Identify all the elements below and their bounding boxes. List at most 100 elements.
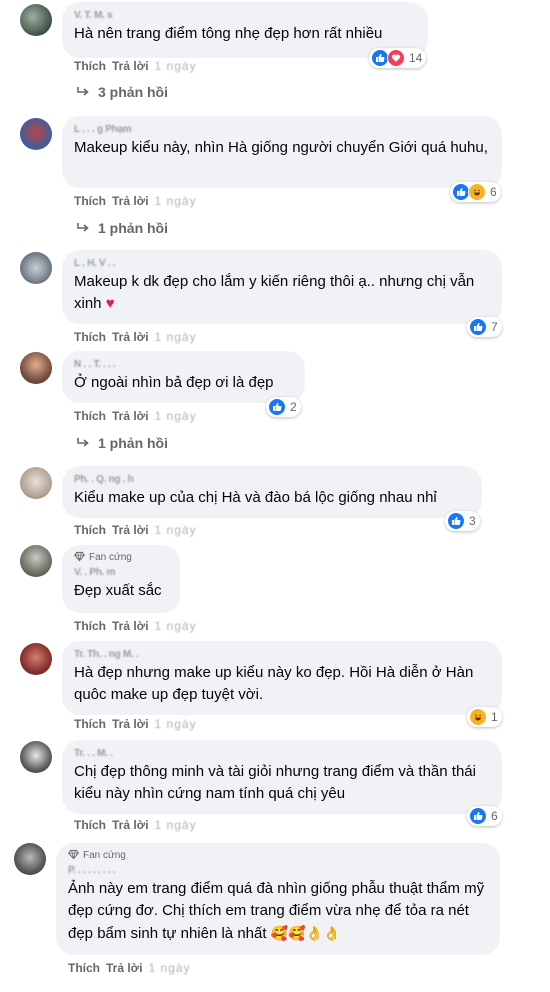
- comment-timestamp[interactable]: 1 ngày: [155, 523, 197, 537]
- comment-actions: Thích Trả lời 1 ngày: [74, 817, 203, 833]
- reaction-summary[interactable]: 1: [467, 707, 502, 727]
- avatar[interactable]: [20, 467, 52, 499]
- heart-emoji: ♥: [105, 295, 115, 312]
- reply-link[interactable]: Trả lời: [112, 818, 149, 832]
- diamond-icon: [68, 849, 79, 860]
- comment-text: Ở ngoài nhìn bả đẹp ơi là đẹp: [74, 374, 274, 391]
- reaction-summary[interactable]: 3: [445, 511, 480, 531]
- haha-reaction-icon: [468, 183, 486, 201]
- like-link[interactable]: Thích: [74, 717, 106, 731]
- avatar[interactable]: [20, 741, 52, 773]
- avatar[interactable]: [20, 352, 52, 384]
- comment-timestamp[interactable]: 1 ngày: [155, 717, 197, 731]
- like-reaction-icon: [469, 807, 487, 825]
- haha-reaction-icon: [469, 708, 487, 726]
- like-reaction-icon: [469, 318, 487, 336]
- emoji-sequence: 🥰🥰👌👌: [270, 925, 341, 941]
- avatar[interactable]: [14, 843, 46, 875]
- comment-actions: Thích Trả lời 1 ngày: [74, 716, 203, 732]
- comment-actions: Thích Trả lời 1 ngày: [74, 408, 203, 424]
- like-link[interactable]: Thích: [68, 961, 100, 975]
- reply-link[interactable]: Trả lời: [112, 409, 149, 423]
- comment-author[interactable]: Tr. . . M. .: [74, 746, 490, 761]
- reply-link[interactable]: Trả lời: [112, 717, 149, 731]
- comment-author[interactable]: P. . . . . . . . .: [68, 863, 488, 878]
- comment-text: Hà nên trang điểm tông nhẹ đẹp hơn rất n…: [74, 25, 383, 42]
- reply-link[interactable]: Trả lời: [112, 523, 149, 537]
- comment-bubble: N . . T. . . . Ở ngoài nhìn bả đẹp ơi là…: [62, 351, 305, 403]
- reaction-count: 2: [290, 400, 297, 414]
- reaction-summary[interactable]: 2: [266, 397, 301, 417]
- like-link[interactable]: Thích: [74, 818, 106, 832]
- reaction-summary[interactable]: 6: [450, 182, 501, 202]
- comment-timestamp[interactable]: 1 ngày: [155, 194, 197, 208]
- like-link[interactable]: Thích: [74, 59, 106, 73]
- comment-text: Hà đẹp nhưng make up kiểu này ko đẹp. Hồ…: [74, 664, 474, 703]
- reaction-count: 1: [491, 710, 498, 724]
- reaction-summary[interactable]: 7: [467, 317, 502, 337]
- comment-timestamp[interactable]: 1 ngày: [155, 330, 197, 344]
- comment-actions: Thích Trả lời 1 ngày: [74, 618, 203, 634]
- reaction-count: 14: [409, 51, 423, 65]
- comment-actions: Thích Trả lời 1 ngày: [68, 960, 197, 976]
- reaction-count: 7: [491, 320, 498, 334]
- comment-bubble: Ph. . Q. ng . h Kiểu make up của chị Hà …: [62, 466, 482, 518]
- reply-link[interactable]: Trả lời: [106, 961, 143, 975]
- comment-timestamp[interactable]: 1 ngày: [155, 818, 197, 832]
- comment-author[interactable]: Tr. Th. . ng M. .: [74, 647, 490, 662]
- avatar[interactable]: [20, 545, 52, 577]
- diamond-icon: [74, 551, 85, 562]
- comment-author[interactable]: L . H. V . .: [74, 256, 490, 271]
- comment-author[interactable]: N . . T. . . .: [74, 357, 293, 372]
- comment-text: Makeup kiểu này, nhìn Hà giống người chu…: [74, 139, 488, 156]
- comment-author[interactable]: L . . . g Phạm: [74, 122, 490, 137]
- comment-bubble: L . . . g Phạm Makeup kiểu này, nhìn Hà …: [62, 116, 502, 188]
- comment-actions: Thích Trả lời 1 ngày: [74, 522, 203, 538]
- comment-author[interactable]: Ph. . Q. ng . h: [74, 472, 470, 487]
- comment-bubble: Fan cứng P. . . . . . . . . Ảnh này em t…: [56, 843, 500, 955]
- reaction-summary[interactable]: 14: [369, 48, 427, 68]
- like-link[interactable]: Thích: [74, 619, 106, 633]
- comment-timestamp[interactable]: 1 ngày: [149, 961, 191, 975]
- like-reaction-icon: [268, 398, 286, 416]
- reaction-count: 3: [469, 514, 476, 528]
- comment-author[interactable]: V. T. M. s: [74, 8, 416, 23]
- reply-arrow-icon: [77, 223, 89, 232]
- reply-link[interactable]: Trả lời: [112, 194, 149, 208]
- love-reaction-icon: [387, 49, 405, 67]
- like-link[interactable]: Thích: [74, 194, 106, 208]
- avatar[interactable]: [20, 643, 52, 675]
- comment-text: Ảnh này em trang điểm quá đà nhìn giống …: [68, 880, 485, 942]
- comment-text: Makeup k dk đẹp cho lắm y kiến riêng thô…: [74, 273, 475, 312]
- like-link[interactable]: Thích: [74, 409, 106, 423]
- avatar[interactable]: [20, 118, 52, 150]
- fan-badge: Fan cứng: [74, 551, 168, 565]
- view-replies-link[interactable]: 3 phản hồi: [76, 82, 168, 102]
- like-link[interactable]: Thích: [74, 523, 106, 537]
- comment-timestamp[interactable]: 1 ngày: [155, 619, 197, 633]
- reply-link[interactable]: Trả lời: [112, 59, 149, 73]
- like-reaction-icon: [447, 512, 465, 530]
- comment-bubble: L . H. V . . Makeup k dk đẹp cho lắm y k…: [62, 250, 502, 324]
- like-link[interactable]: Thích: [74, 330, 106, 344]
- comment-actions: Thích Trả lời 1 ngày: [74, 329, 203, 345]
- reply-arrow-icon: [77, 438, 89, 447]
- view-replies-link[interactable]: 1 phản hồi: [76, 433, 168, 453]
- fan-badge: Fan cứng: [68, 849, 488, 863]
- comment-text: Kiểu make up của chị Hà và đào bá lộc gi…: [74, 489, 437, 506]
- avatar[interactable]: [20, 252, 52, 284]
- comment-bubble: Tr. . . M. . Chị đẹp thông minh và tài g…: [62, 740, 502, 814]
- reaction-count: 6: [490, 185, 497, 199]
- comment-author[interactable]: V. . Ph. m: [74, 565, 168, 580]
- reaction-count: 6: [491, 809, 498, 823]
- reply-link[interactable]: Trả lời: [112, 619, 149, 633]
- comment-bubble: Fan cứng V. . Ph. m Đẹp xuất sắc: [62, 545, 180, 613]
- comment-timestamp[interactable]: 1 ngày: [155, 409, 197, 423]
- comment-timestamp[interactable]: 1 ngày: [155, 59, 197, 73]
- view-replies-link[interactable]: 1 phản hồi: [76, 218, 168, 238]
- reaction-summary[interactable]: 6: [467, 806, 502, 826]
- reply-link[interactable]: Trả lời: [112, 330, 149, 344]
- avatar[interactable]: [20, 4, 52, 36]
- comment-text: Đẹp xuất sắc: [74, 582, 162, 599]
- comment-text: Chị đẹp thông minh và tài giỏi nhưng tra…: [74, 763, 476, 802]
